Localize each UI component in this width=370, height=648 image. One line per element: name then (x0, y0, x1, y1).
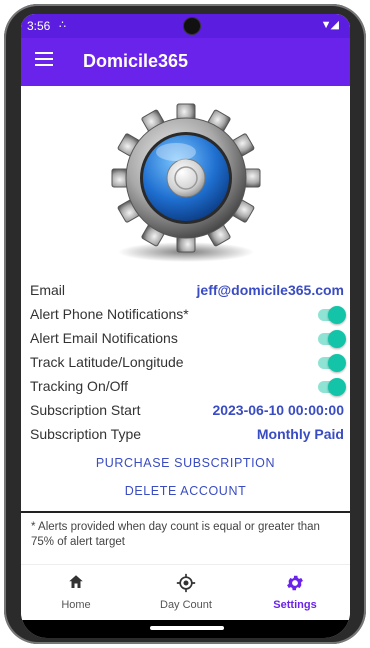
subscription-start-label: Subscription Start (30, 402, 141, 418)
crosshair-icon (131, 573, 241, 595)
email-row: Email jeff@domicile365.com (30, 278, 344, 302)
status-time: 3:56 (27, 19, 51, 33)
app-title: Domicile365 (83, 51, 189, 71)
status-bar: 3:56 ∴ ▼◢ (21, 14, 350, 38)
alert-phone-row: Alert Phone Notifications* (30, 302, 346, 326)
alert-phone-label: Alert Phone Notifications* (30, 306, 189, 322)
settings-gear-image (106, 100, 266, 270)
alert-email-label: Alert Email Notifications (30, 330, 178, 346)
email-value: jeff@domicile365.com (196, 282, 344, 298)
alert-email-toggle[interactable] (318, 330, 346, 348)
nav-settings-label: Settings (273, 599, 317, 611)
vibrate-icon: ∴ (59, 19, 66, 31)
nav-home-label: Home (61, 599, 91, 611)
tracking-toggle[interactable] (318, 378, 346, 396)
nav-day-count[interactable]: Day Count (131, 573, 241, 611)
nav-settings[interactable]: Settings (240, 573, 350, 611)
subscription-type-value: Monthly Paid (256, 426, 344, 442)
device: 3:56 ∴ ▼◢ Domicile365 Email jeff@domicil… (0, 0, 370, 648)
track-latlng-row: Track Latitude/Longitude (30, 350, 346, 374)
alert-email-row: Alert Email Notifications (30, 326, 346, 350)
system-nav-bar (21, 620, 350, 638)
app-bar: Domicile365 (21, 38, 350, 86)
home-gesture-pill[interactable] (150, 626, 224, 630)
bottom-navigation: Home Day Count Settings (21, 564, 350, 621)
divider (21, 511, 350, 513)
home-icon (21, 573, 131, 595)
track-latlng-toggle[interactable] (318, 354, 346, 372)
nav-home[interactable]: Home (21, 573, 131, 611)
subscription-type-row: Subscription Type Monthly Paid (30, 422, 344, 446)
nav-day-count-label: Day Count (160, 599, 212, 611)
subscription-start-value: 2023-06-10 00:00:00 (212, 402, 344, 418)
email-label: Email (30, 282, 66, 298)
purchase-subscription-button[interactable]: PURCHASE SUBSCRIPTION (21, 456, 350, 470)
tracking-label: Tracking On/Off (30, 378, 129, 394)
subscription-type-label: Subscription Type (30, 426, 142, 442)
track-latlng-label: Track Latitude/Longitude (30, 354, 184, 370)
alert-phone-toggle[interactable] (318, 306, 346, 324)
gear-icon (111, 103, 261, 262)
tracking-row: Tracking On/Off (30, 374, 346, 398)
hamburger-menu-icon[interactable] (35, 52, 53, 66)
alerts-footnote: * Alerts provided when day count is equa… (31, 521, 320, 548)
subscription-start-row: Subscription Start 2023-06-10 00:00:00 (30, 398, 344, 422)
delete-account-button[interactable]: DELETE ACCOUNT (21, 484, 350, 498)
settings-icon (240, 573, 350, 595)
screen: 3:56 ∴ ▼◢ Domicile365 Email jeff@domicil… (21, 14, 350, 638)
settings-list: Email jeff@domicile365.com Alert Phone N… (30, 278, 346, 446)
signal-icon: ▼◢ (320, 19, 339, 31)
camera-cutout (183, 17, 201, 35)
